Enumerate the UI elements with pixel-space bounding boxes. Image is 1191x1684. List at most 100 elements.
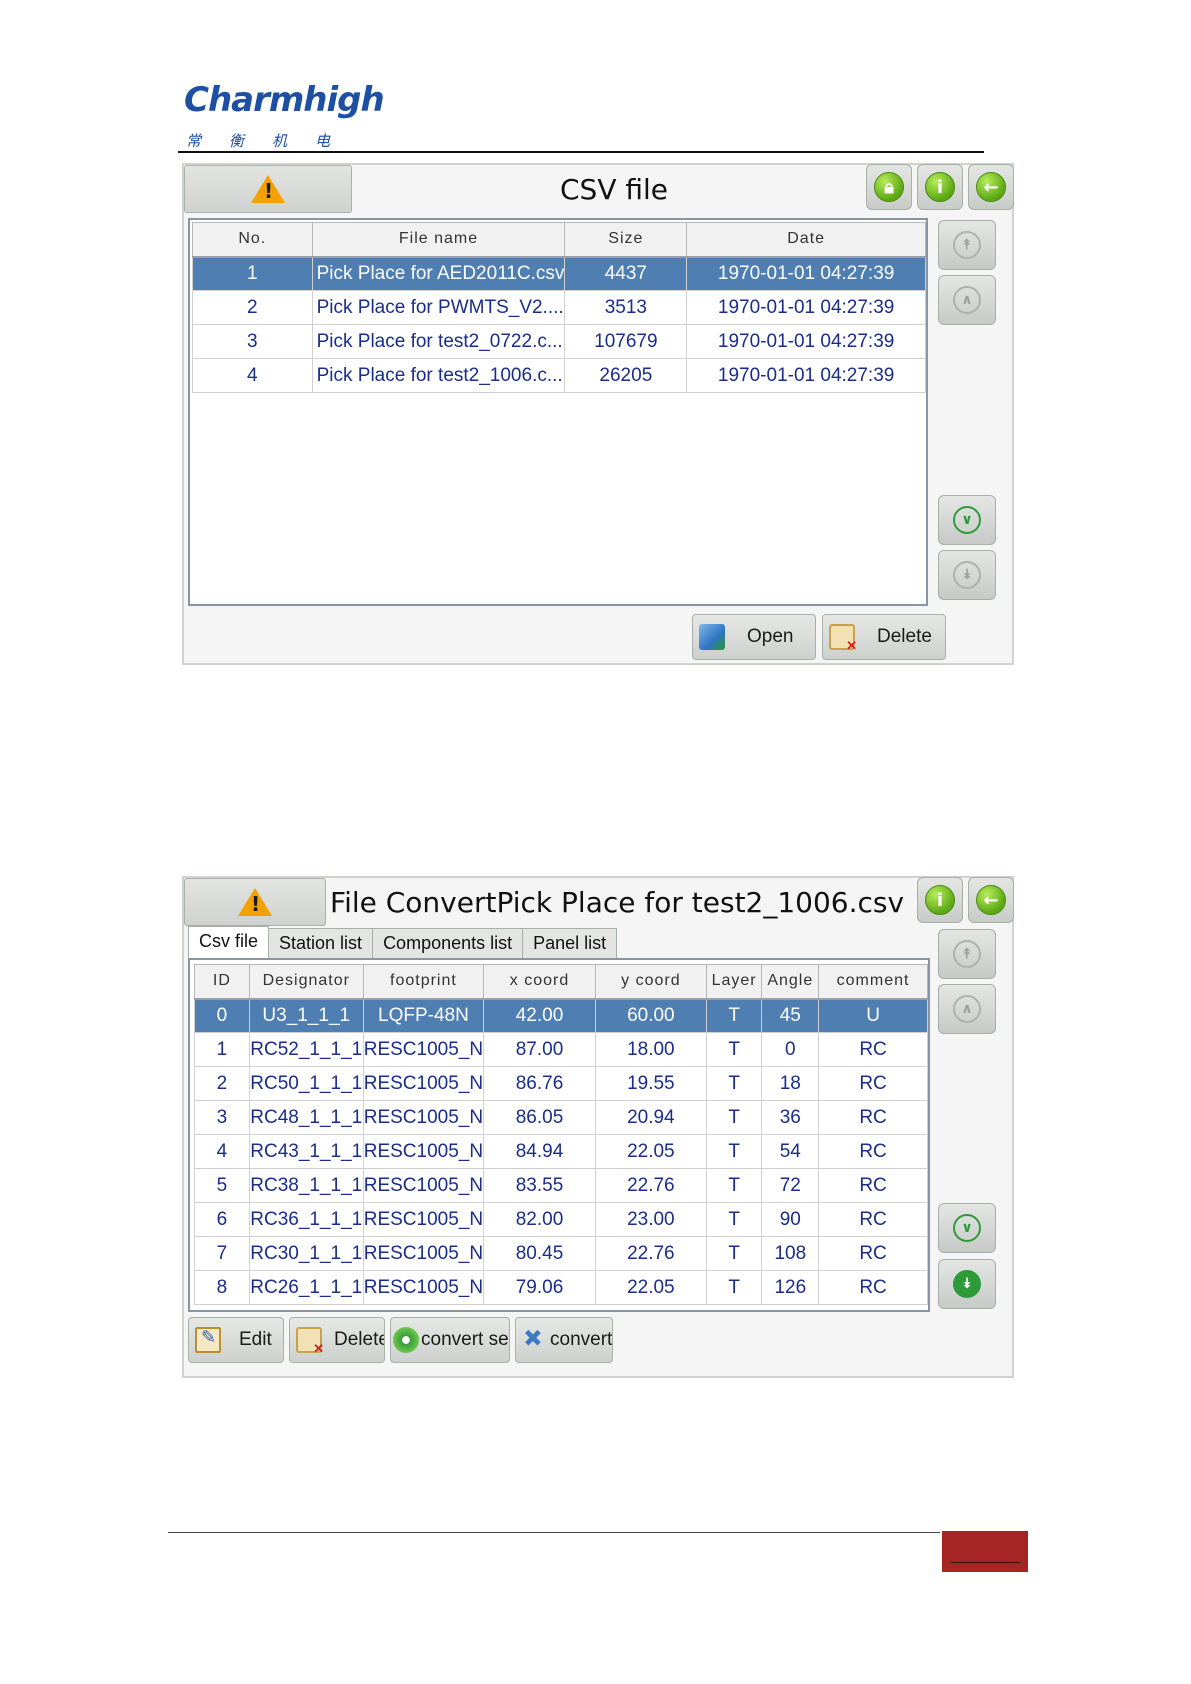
warning-button[interactable] [184, 165, 352, 213]
warning-button[interactable] [184, 878, 326, 926]
column-header[interactable]: ID [194, 964, 250, 1000]
cell-no: 4 [192, 358, 313, 393]
back-button[interactable]: ← [968, 164, 1014, 210]
cell-y-coord: 18.00 [594, 1032, 707, 1067]
page-tab-underline [950, 1562, 1020, 1563]
cell-comment: RC [818, 1134, 928, 1169]
column-header[interactable]: footprint [362, 964, 485, 1000]
info-button[interactable]: i [917, 164, 963, 210]
table-row[interactable]: 3 RC48_1_1_1 RESC1005_N 86.05 20.94 T 36 RC [194, 1100, 928, 1135]
lock-icon: 🔒︎ [874, 172, 904, 202]
cell-designator: RC52_1_1_1 [248, 1032, 364, 1067]
cell-footprint: RESC1005_N [362, 1100, 485, 1135]
cell-comment: RC [818, 1032, 928, 1067]
cell-id: 1 [194, 1032, 250, 1067]
delete-label: Delete [877, 626, 932, 647]
delete-button[interactable]: Delete [822, 614, 946, 660]
scroll-top-button[interactable]: ⯭ [938, 929, 996, 979]
cell-file-name: Pick Place for test2_1006.c... [311, 358, 566, 393]
tab-panel-list[interactable]: Panel list [522, 928, 618, 958]
cell-designator: RC43_1_1_1 [248, 1134, 364, 1169]
back-arrow-icon: ← [976, 172, 1006, 202]
open-button[interactable]: Open [692, 614, 816, 660]
file-table-frame: No. File name Size Date 1 Pick Place for… [188, 218, 928, 606]
table-header-row: ID Designator footprint x coord y coord … [194, 964, 928, 1000]
tab-components-list[interactable]: Components list [372, 928, 524, 958]
info-icon: i [925, 885, 955, 915]
footer-rule [168, 1532, 940, 1533]
column-header[interactable]: y coord [594, 964, 707, 1000]
table-row[interactable]: 5 RC38_1_1_1 RESC1005_N 83.55 22.76 T 72 RC [194, 1168, 928, 1203]
double-chevron-up-icon: ⯭ [953, 940, 981, 968]
cell-file-name: Pick Place for AED2011C.csv [311, 256, 566, 291]
cell-footprint: RESC1005_N [362, 1134, 485, 1169]
column-header[interactable]: File name [311, 222, 566, 258]
delete-button[interactable]: Delete [289, 1317, 385, 1363]
tab-station-list[interactable]: Station list [268, 928, 374, 958]
column-header[interactable]: Date [686, 222, 926, 258]
cell-date: 1970-01-01 04:27:39 [686, 324, 926, 359]
scroll-bottom-button[interactable]: ⯯ [938, 1259, 996, 1309]
cell-layer: T [705, 1202, 763, 1237]
table-row[interactable]: 4 Pick Place for test2_1006.c... 26205 1… [192, 358, 926, 393]
tab-csv-file[interactable]: Csv file [188, 926, 270, 958]
chevron-down-icon: ∨ [953, 506, 981, 534]
column-header[interactable]: No. [192, 222, 313, 258]
scroll-down-button[interactable]: ∨ [938, 1203, 996, 1253]
tab-bar: Csv file Station list Components list Pa… [188, 926, 618, 958]
cell-layer: T [705, 1066, 763, 1101]
back-button[interactable]: ← [968, 877, 1014, 923]
cell-date: 1970-01-01 04:27:39 [686, 290, 926, 325]
info-icon: i [925, 172, 955, 202]
cell-x-coord: 86.76 [483, 1066, 596, 1101]
scroll-up-button[interactable]: ∧ [938, 984, 996, 1034]
table-row[interactable]: 1 RC52_1_1_1 RESC1005_N 87.00 18.00 T 0 RC [194, 1032, 928, 1067]
logo-chinese: 常衡机电 [186, 132, 359, 150]
column-header[interactable]: Angle [761, 964, 820, 1000]
table-row[interactable]: 6 RC36_1_1_1 RESC1005_N 82.00 23.00 T 90 RC [194, 1202, 928, 1237]
delete-icon [296, 1327, 324, 1357]
column-header[interactable]: x coord [483, 964, 596, 1000]
info-button[interactable]: i [917, 877, 963, 923]
cell-id: 4 [194, 1134, 250, 1169]
cell-footprint: RESC1005_N [362, 1202, 485, 1237]
cell-id: 6 [194, 1202, 250, 1237]
scroll-bottom-button[interactable]: ⯯ [938, 550, 996, 600]
csv-file-panel: CSV file 🔒︎ i ← No. File name Size Date … [182, 163, 1014, 665]
cell-y-coord: 20.94 [594, 1100, 707, 1135]
scroll-top-button[interactable]: ⯭ [938, 220, 996, 270]
column-header[interactable]: Size [564, 222, 688, 258]
cell-angle: 126 [761, 1270, 820, 1305]
convert-set-label: convert set [421, 1329, 510, 1350]
scroll-up-button[interactable]: ∧ [938, 275, 996, 325]
convert-set-button[interactable]: convert set [390, 1317, 510, 1363]
table-row[interactable]: 1 Pick Place for AED2011C.csv 4437 1970-… [192, 256, 926, 291]
chevron-down-icon: ∨ [953, 1214, 981, 1242]
cell-designator: U3_1_1_1 [248, 998, 364, 1033]
column-header[interactable]: Layer [705, 964, 763, 1000]
lock-button[interactable]: 🔒︎ [866, 164, 912, 210]
cell-footprint: RESC1005_N [362, 1032, 485, 1067]
table-row[interactable]: 2 RC50_1_1_1 RESC1005_N 86.76 19.55 T 18 RC [194, 1066, 928, 1101]
cell-designator: RC48_1_1_1 [248, 1100, 364, 1135]
cell-angle: 45 [761, 998, 820, 1033]
scroll-down-button[interactable]: ∨ [938, 495, 996, 545]
cell-id: 0 [194, 998, 250, 1033]
column-header[interactable]: Designator [248, 964, 364, 1000]
table-row[interactable]: 7 RC30_1_1_1 RESC1005_N 80.45 22.76 T 108 RC [194, 1236, 928, 1271]
cell-y-coord: 23.00 [594, 1202, 707, 1237]
cell-x-coord: 79.06 [483, 1270, 596, 1305]
double-chevron-up-icon: ⯭ [953, 231, 981, 259]
edit-button[interactable]: Edit [188, 1317, 284, 1363]
back-arrow-icon: ← [976, 885, 1006, 915]
table-row[interactable]: 4 RC43_1_1_1 RESC1005_N 84.94 22.05 T 54 RC [194, 1134, 928, 1169]
table-row[interactable]: 8 RC26_1_1_1 RESC1005_N 79.06 22.05 T 126 RC [194, 1270, 928, 1305]
cell-y-coord: 22.05 [594, 1134, 707, 1169]
column-header[interactable]: comment [818, 964, 928, 1000]
table-row[interactable]: 3 Pick Place for test2_0722.c... 107679 … [192, 324, 926, 359]
convert-button[interactable]: convert [515, 1317, 613, 1363]
cell-x-coord: 80.45 [483, 1236, 596, 1271]
table-row[interactable]: 0 U3_1_1_1 LQFP-48N 42.00 60.00 T 45 U [194, 998, 928, 1033]
table-row[interactable]: 2 Pick Place for PWMTS_V2.... 3513 1970-… [192, 290, 926, 325]
cell-layer: T [705, 1134, 763, 1169]
